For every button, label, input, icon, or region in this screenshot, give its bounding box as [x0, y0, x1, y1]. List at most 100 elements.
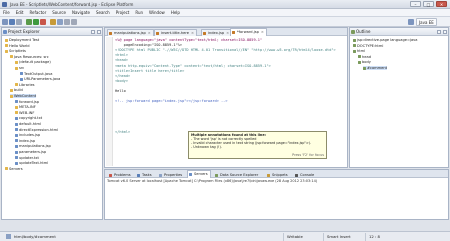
outline-item[interactable]: DOCTYPE:html	[353, 44, 383, 48]
debug-icon[interactable]	[26, 19, 32, 25]
bottom-tab[interactable]: Tasks	[135, 171, 155, 178]
maximize-view-icon[interactable]	[97, 30, 101, 34]
perspective-java-ee[interactable]: Java EE	[416, 18, 437, 26]
editor-tab-label: insert-title-here	[161, 31, 189, 35]
outline-item[interactable]: body	[358, 60, 371, 64]
print-icon[interactable]	[16, 19, 22, 25]
menu-window[interactable]: Window	[146, 9, 168, 16]
folder-icon	[10, 88, 13, 92]
menu-file[interactable]: File	[0, 9, 13, 16]
tree-item[interactable]: WEB-INF	[15, 111, 34, 115]
tree-item[interactable]: updater.txt	[15, 156, 39, 160]
maximize-button[interactable]: □	[423, 1, 434, 7]
tree-item-label: src	[19, 66, 25, 70]
tree-item[interactable]: copyright.txt	[15, 116, 42, 120]
tree-item[interactable]: Hello World	[5, 44, 30, 48]
tree-item[interactable]: META-INF	[15, 105, 36, 109]
outline-item-label: body	[362, 60, 371, 65]
tree-item[interactable]: (default package)	[15, 60, 51, 64]
bottom-tab[interactable]: Snippets	[265, 171, 291, 178]
file-icon	[20, 77, 23, 81]
tree-item[interactable]: updateText.html	[15, 161, 48, 165]
editor-tab-bar: manipulations.jsp × insert-title-here × inde…	[105, 28, 347, 36]
tree-item[interactable]: Deployment Test	[5, 38, 39, 42]
folder-icon	[10, 55, 13, 59]
tree-item[interactable]: src	[15, 66, 24, 70]
menu-run[interactable]: Run	[132, 9, 146, 16]
minimize-view-icon[interactable]	[437, 30, 441, 34]
editor-tab[interactable]: manipulations.jsp ×	[107, 29, 154, 36]
close-button[interactable]: ✕	[436, 1, 447, 7]
tree-item[interactable]: Servers	[5, 167, 23, 171]
tree-item-label: forward.jsp	[19, 99, 40, 104]
bottom-tab[interactable]: Problems	[107, 171, 134, 178]
tree-item[interactable]: default.html	[15, 122, 41, 126]
tree-item[interactable]: directExpression.html	[15, 128, 58, 132]
tree-item[interactable]: build	[10, 88, 23, 92]
tree-item[interactable]: includes.jsp	[15, 133, 40, 137]
tree-item[interactable]: URLParameters.java	[20, 77, 60, 81]
bottom-panel: Problems Tasks Properties Servers Data Sourc…	[104, 169, 449, 220]
tree-item[interactable]: Scriptlets	[5, 49, 26, 53]
file-icon	[15, 150, 18, 154]
menu-help[interactable]: Help	[168, 9, 183, 16]
tree-item[interactable]: Libraries	[15, 83, 35, 87]
forward-icon[interactable]	[71, 19, 77, 25]
bottom-tab[interactable]: Properties	[157, 171, 185, 178]
bottom-tab[interactable]: Data Source Explorer	[213, 171, 261, 178]
back-icon[interactable]	[64, 19, 70, 25]
outline-item[interactable]: html	[353, 49, 365, 53]
save-icon[interactable]	[9, 19, 15, 25]
view-icon	[109, 173, 112, 177]
editor-tab[interactable]: index.jsp ×	[201, 29, 233, 36]
tree-item[interactable]: WebContent	[10, 94, 37, 99]
tree-item-label: WebContent	[14, 94, 37, 98]
jsp-file-icon	[156, 31, 159, 35]
outline-title: Outline	[356, 29, 371, 34]
menu-refactor[interactable]: Refactor	[26, 9, 49, 16]
close-tab-icon[interactable]: ×	[148, 31, 151, 35]
open-perspective-icon[interactable]	[408, 19, 414, 25]
run-icon[interactable]	[33, 19, 39, 25]
menu-project[interactable]: Project	[113, 9, 133, 16]
close-tab-icon[interactable]: ×	[191, 31, 194, 35]
external-tools-icon[interactable]	[40, 19, 46, 25]
search-icon[interactable]	[57, 19, 63, 25]
menu-edit[interactable]: Edit	[13, 9, 27, 16]
editor-tab[interactable]: insert-title-here ×	[154, 29, 197, 36]
menu-navigate[interactable]: Navigate	[69, 9, 93, 16]
editor-tab[interactable]: *forward.jsp ×	[230, 28, 267, 36]
new-icon[interactable]	[2, 19, 8, 25]
folder-icon	[5, 167, 8, 171]
jsp-file-icon	[232, 30, 235, 34]
tree-item[interactable]: manipulations.jsp	[15, 144, 51, 148]
tree-item[interactable]: Java Resources: src	[10, 55, 49, 59]
tree-item[interactable]: TextOutput.java	[20, 72, 52, 76]
bottom-tab[interactable]: Servers	[187, 170, 211, 178]
file-icon	[15, 122, 18, 126]
open-type-icon[interactable]	[50, 19, 56, 25]
tree-item[interactable]: parameters.jsp	[15, 150, 46, 154]
minimize-view-icon[interactable]	[91, 30, 95, 34]
menu-source[interactable]: Source	[49, 9, 69, 16]
editor-tab-label: manipulations.jsp	[114, 31, 146, 35]
minimize-button[interactable]: –	[410, 1, 421, 7]
close-tab-icon[interactable]: ×	[226, 31, 229, 35]
menu-search[interactable]: Search	[93, 9, 113, 16]
tree-item-label: updater.txt	[19, 155, 39, 160]
close-tab-icon[interactable]: ×	[261, 30, 264, 34]
bottom-tab[interactable]: Console	[293, 171, 317, 178]
outline-item[interactable]: #comment	[363, 66, 388, 71]
file-icon	[15, 161, 18, 165]
tree-item-label: Deployment Test	[9, 38, 40, 42]
outline-item[interactable]: jsp:directive.page language=java	[353, 38, 418, 42]
element-icon	[353, 38, 356, 42]
editor-gutter	[106, 37, 113, 166]
outline-item[interactable]: head	[358, 55, 371, 59]
tree-item[interactable]: forward.jsp	[15, 100, 39, 104]
file-icon	[20, 72, 23, 76]
tree-item[interactable]: index.jsp	[15, 139, 35, 143]
code-line: <body>	[115, 78, 128, 83]
tree-item-label: copyright.txt	[19, 116, 43, 121]
maximize-view-icon[interactable]	[443, 30, 447, 34]
